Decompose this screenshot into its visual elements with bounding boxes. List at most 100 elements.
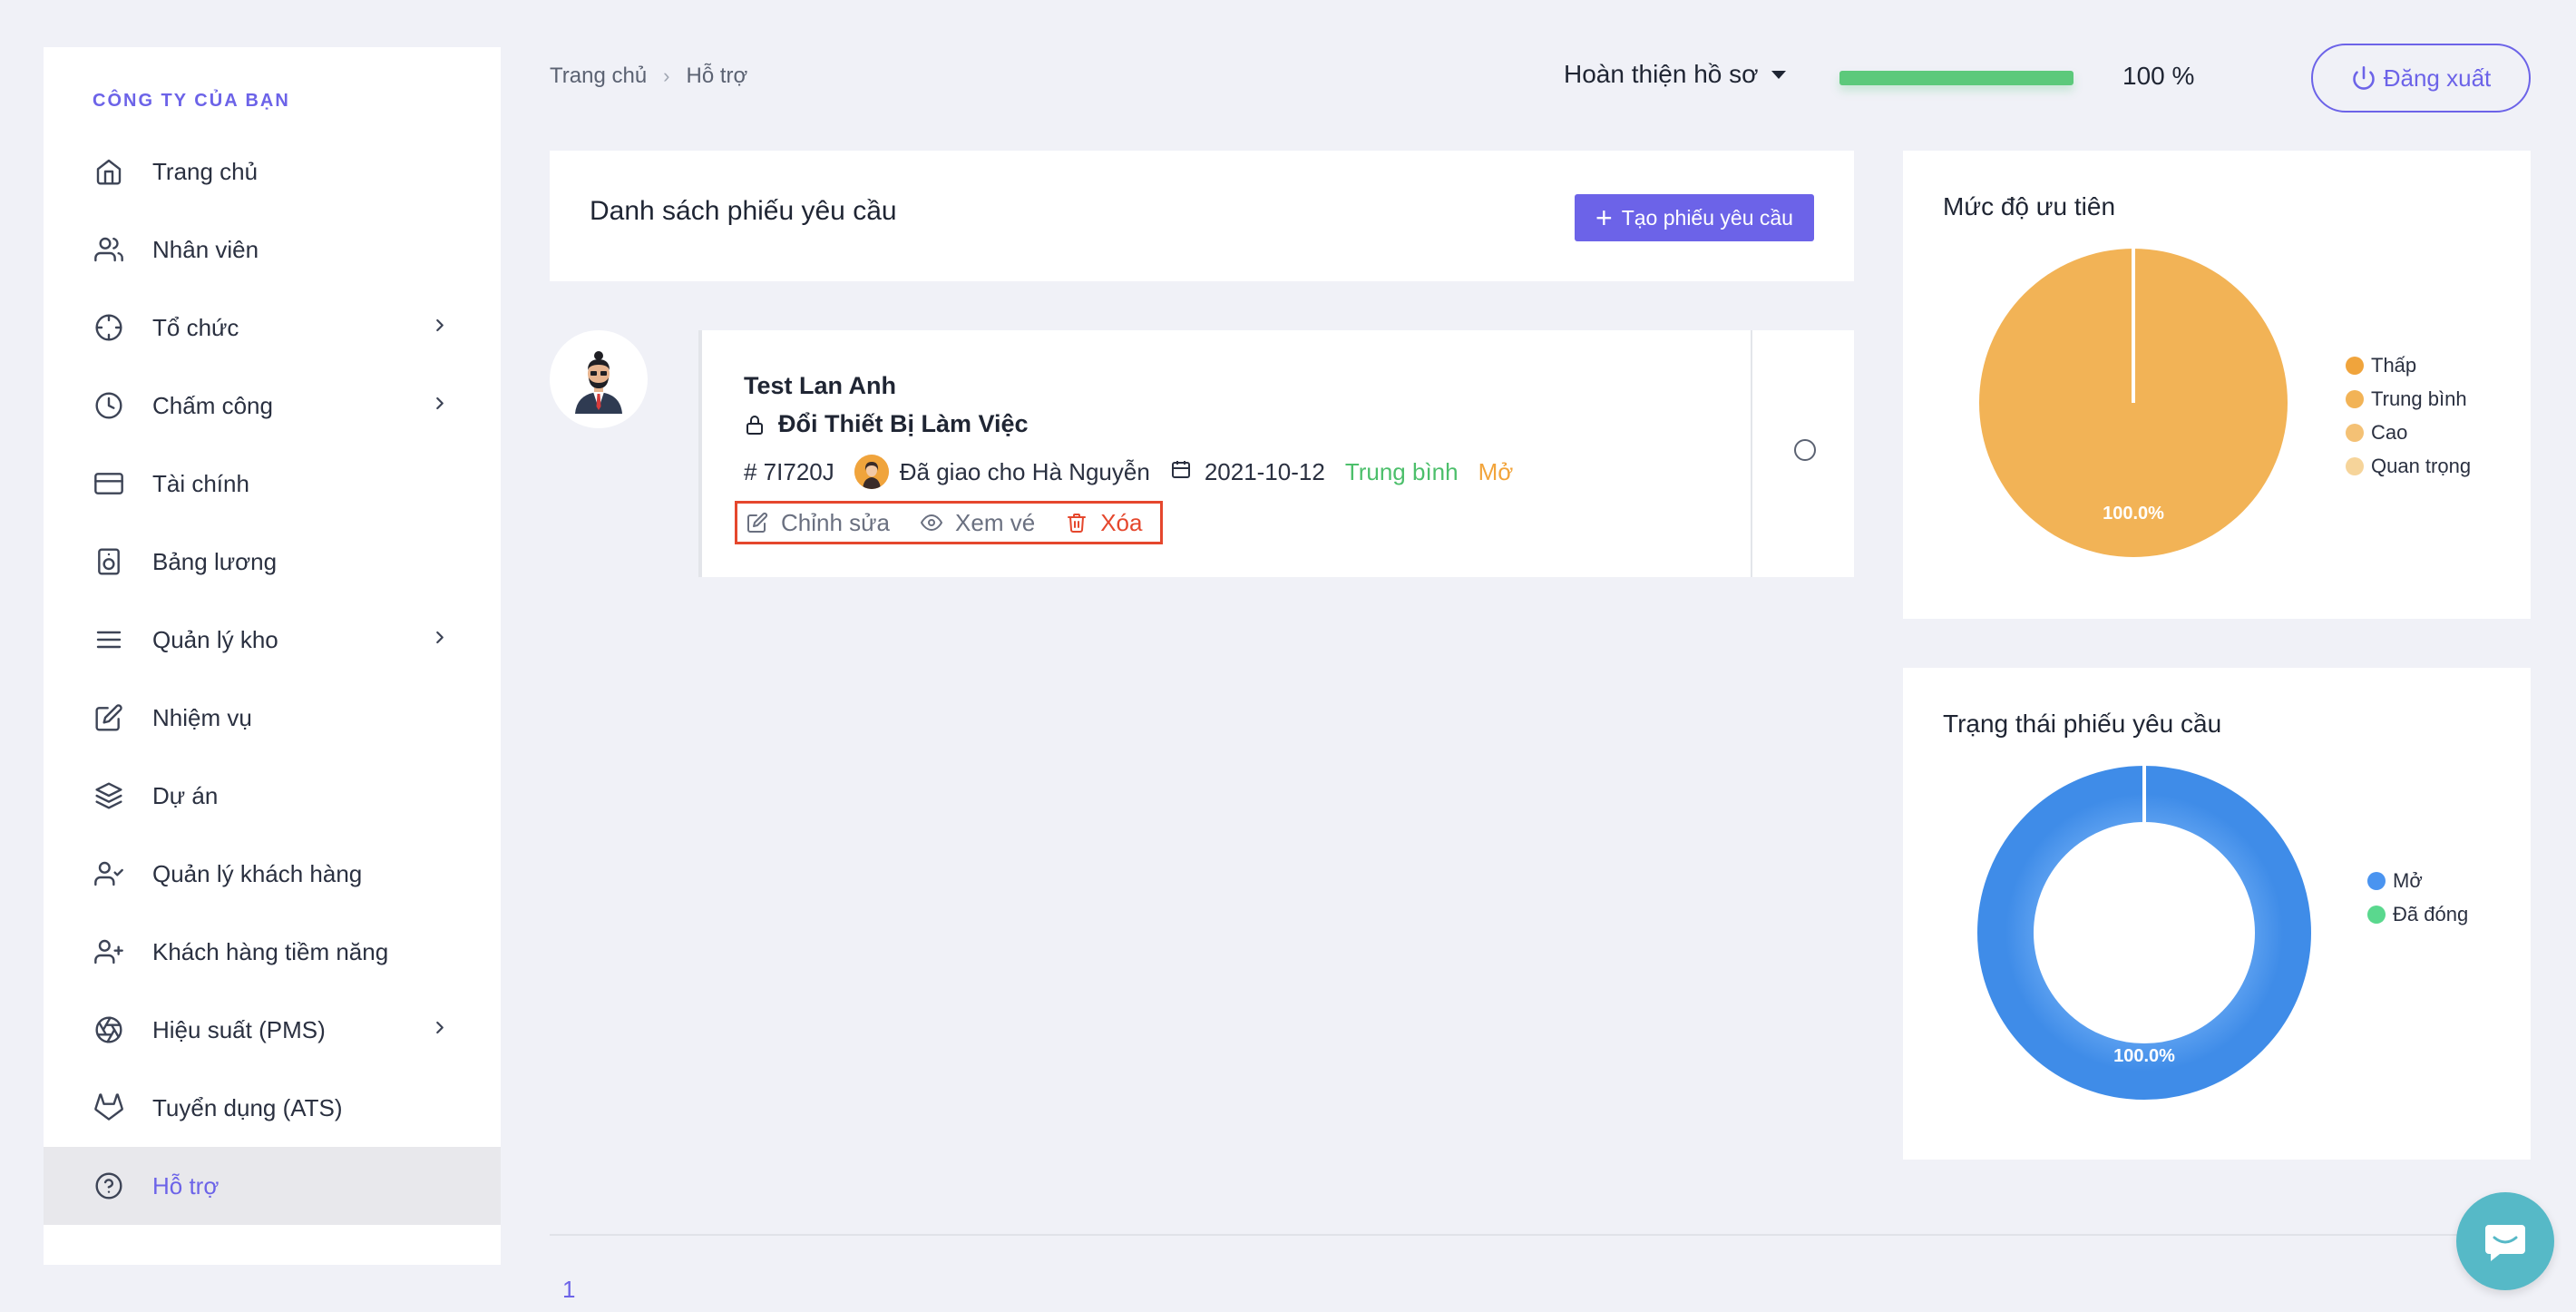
sidebar-menu: Trang chủ Nhân viên Tổ chức Chấm công Tài ch… [44,132,501,1225]
sidebar-item-label: Quản lý khách hàng [152,859,363,887]
ticket-status: Mở [1478,457,1514,485]
chevron-right-icon [430,316,450,340]
caret-down-icon [1771,70,1786,79]
chevron-right-icon [430,394,450,418]
ticket-subject-text: Đổi Thiết Bị Làm Việc [778,410,1029,437]
pie-slice-mở[interactable] [1977,766,2311,1100]
sidebar-item-to-chuc[interactable]: Tổ chức [44,289,501,367]
view-ticket-button[interactable]: Xem vé [921,509,1035,537]
edit-icon [93,701,125,734]
edit-icon [747,512,768,533]
sidebar-item-tai-chinh[interactable]: Tài chính [44,445,501,523]
legend-label: Thấp [2371,353,2417,377]
aperture-icon [93,1013,125,1046]
assignee-avatar-icon [854,455,889,489]
sidebar-item-khach-hang-tiem-nang[interactable]: Khách hàng tiềm năng [44,913,501,991]
legend-swatch [2367,905,2386,924]
breadcrumb: Trang chủ › Hỗ trợ [550,64,747,89]
trash-icon [1068,514,1087,533]
legend-swatch [2367,871,2386,890]
sidebar-item-hieu-suat-pms[interactable]: Hiệu suất (PMS) [44,991,501,1069]
ticket-select-radio[interactable] [1794,439,1816,461]
ticket-date: 2021-10-12 [1204,457,1325,485]
breadcrumb-separator: › [663,64,670,87]
gitlab-icon [93,1092,125,1124]
legend-item[interactable]: Thấp [2346,348,2471,382]
sidebar-item-label: Nhiệm vụ [152,703,252,731]
sidebar-item-cham-cong[interactable]: Chấm công [44,367,501,445]
chat-support-button[interactable] [2456,1192,2554,1290]
user-plus-icon [93,935,125,968]
sidebar-item-nhan-vien[interactable]: Nhân viên [44,211,501,289]
profile-completion-dropdown[interactable]: Hoàn thiện hồ sơ [1564,60,1786,89]
lock-icon [746,415,763,435]
sidebar-item-label: Tài chính [152,469,249,497]
clock-icon [93,389,125,422]
sidebar-item-label: Hiệu suất (PMS) [152,1015,326,1043]
calendar-icon [1170,458,1192,486]
sidebar-item-tuyen-dung-ats[interactable]: Tuyển dụng (ATS) [44,1069,501,1147]
status-chart-card: Trạng thái phiếu yêu cầu 100.0% Mở Đã đón… [1903,668,2531,1160]
users-icon [93,233,125,266]
assignee-avatar [854,455,889,489]
user-check-icon [93,857,125,890]
legend-item[interactable]: Cao [2346,416,2471,449]
credit-card-icon [93,467,125,500]
footer-divider [550,1234,2531,1236]
legend-label: Cao [2371,420,2408,444]
power-icon [2352,66,2375,90]
edit-ticket-button[interactable]: Chỉnh sửa [746,509,890,537]
sidebar-item-quan-ly-khach-hang[interactable]: Quản lý khách hàng [44,835,501,913]
sidebar-item-trang-chu[interactable]: Trang chủ [44,132,501,211]
chevron-right-icon [430,628,450,652]
pie-data-label: 100.0% [2113,1046,2175,1066]
delete-label: Xóa [1100,508,1143,536]
sidebar: CÔNG TY CỦA BẠN Trang chủ Nhân viên Tổ chứ… [44,47,501,1265]
home-icon [93,155,125,188]
ticket-priority: Trung bình [1344,457,1459,485]
create-ticket-label: Tạo phiếu yêu cầu [1621,205,1793,230]
legend-swatch [2346,456,2364,475]
logout-button[interactable]: Đăng xuất [2311,44,2531,113]
legend-item[interactable]: Trung bình [2346,382,2471,416]
sidebar-item-quan-ly-kho[interactable]: Quản lý kho [44,601,501,679]
sidebar-item-label: Hỗ trợ [152,1171,220,1199]
legend-label: Đã đóng [2393,902,2469,925]
priority-chart-card: Mức độ ưu tiên 100.0% Thấp Trung bình Cao Q… [1903,151,2531,619]
view-label: Xem vé [955,508,1036,536]
legend-label: Mở [2393,868,2423,892]
avatar[interactable] [550,330,648,428]
sidebar-item-ho-tro[interactable]: Hỗ trợ [44,1147,501,1225]
ticket-card[interactable]: Test Lan Anh Đổi Thiết Bị Làm Việc # 7I7… [698,330,1854,577]
create-ticket-button[interactable]: + Tạo phiếu yêu cầu [1575,194,1814,241]
sidebar-item-du-an[interactable]: Dự án [44,757,501,835]
user-avatar-icon [564,345,633,414]
sidebar-item-label: Quản lý kho [152,625,278,653]
help-circle-icon [93,1170,125,1202]
ticket-id: # 7I720J [744,457,834,485]
pagination-page-1[interactable]: 1 [562,1276,575,1304]
ticket-divider [1751,330,1752,577]
legend-swatch [2346,356,2364,375]
sidebar-item-nhiem-vu[interactable]: Nhiệm vụ [44,679,501,757]
profile-dropdown-label: Hoàn thiện hồ sơ [1564,60,1759,88]
sidebar-item-label: Trang chủ [152,157,259,185]
layers-icon [93,779,125,812]
ticket-subject[interactable]: Đổi Thiết Bị Làm Việc [744,410,1029,438]
legend-swatch [2346,389,2364,408]
legend-item[interactable]: Quan trọng [2346,449,2471,483]
sidebar-item-label: Tuyển dụng (ATS) [152,1093,343,1121]
pie-data-label: 100.0% [2103,504,2164,524]
logout-label: Đăng xuất [2383,64,2492,92]
speaker-icon [93,545,125,578]
legend-swatch [2346,423,2364,442]
delete-ticket-button[interactable]: Xóa [1066,509,1142,537]
legend-label: Trung bình [2371,387,2467,410]
legend-label: Quan trọng [2371,454,2472,477]
legend-item[interactable]: Mở [2367,864,2468,897]
sidebar-item-bang-luong[interactable]: Bảng lương [44,523,501,601]
sidebar-item-label: Khách hàng tiềm năng [152,937,389,965]
legend-item[interactable]: Đã đóng [2367,897,2468,931]
breadcrumb-home[interactable]: Trang chủ [550,64,647,89]
menu-icon [93,623,125,656]
